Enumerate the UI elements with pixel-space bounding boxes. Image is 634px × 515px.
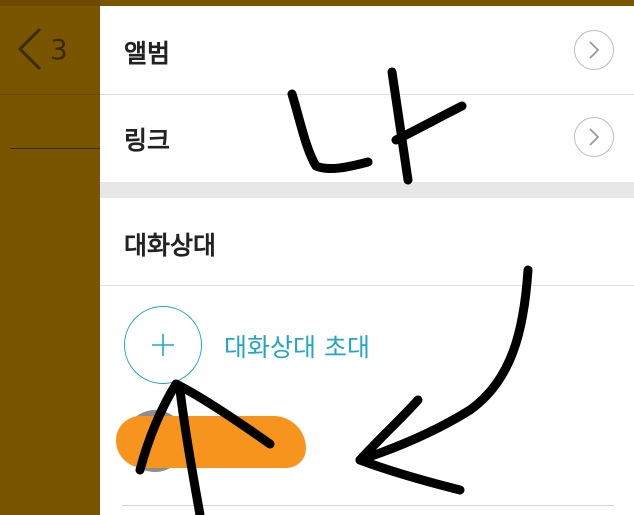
invite-circle <box>124 306 202 384</box>
invite-member-button[interactable]: 대화상대 초대 <box>124 306 524 386</box>
chat-background: 3 <box>0 0 100 515</box>
chevron-right-icon <box>589 128 600 146</box>
chevron-right-icon <box>589 41 600 59</box>
members-section-header: 대화상대 <box>100 198 634 285</box>
album-row[interactable]: 앨범 <box>100 6 634 94</box>
album-open-button[interactable] <box>574 30 614 70</box>
status-strip <box>0 0 100 6</box>
divider <box>10 148 100 149</box>
member-item[interactable] <box>116 410 324 482</box>
redaction-mark <box>116 416 306 468</box>
unread-count: 3 <box>50 32 68 66</box>
back-button[interactable]: 3 <box>16 26 86 72</box>
link-label: 링크 <box>124 126 171 155</box>
link-row[interactable]: 링크 <box>100 95 634 182</box>
chat-room-drawer: 앨범 링크 대화상대 대화상대 초대 <box>100 0 634 515</box>
section-gap <box>100 182 634 198</box>
divider <box>0 94 100 95</box>
link-open-button[interactable] <box>574 117 614 157</box>
back-chevron-icon <box>16 27 44 71</box>
invite-label: 대화상대 초대 <box>224 333 370 362</box>
album-label: 앨범 <box>124 39 171 68</box>
plus-icon <box>152 334 174 356</box>
divider <box>122 505 614 506</box>
members-section-title: 대화상대 <box>124 231 217 260</box>
divider <box>100 285 634 286</box>
